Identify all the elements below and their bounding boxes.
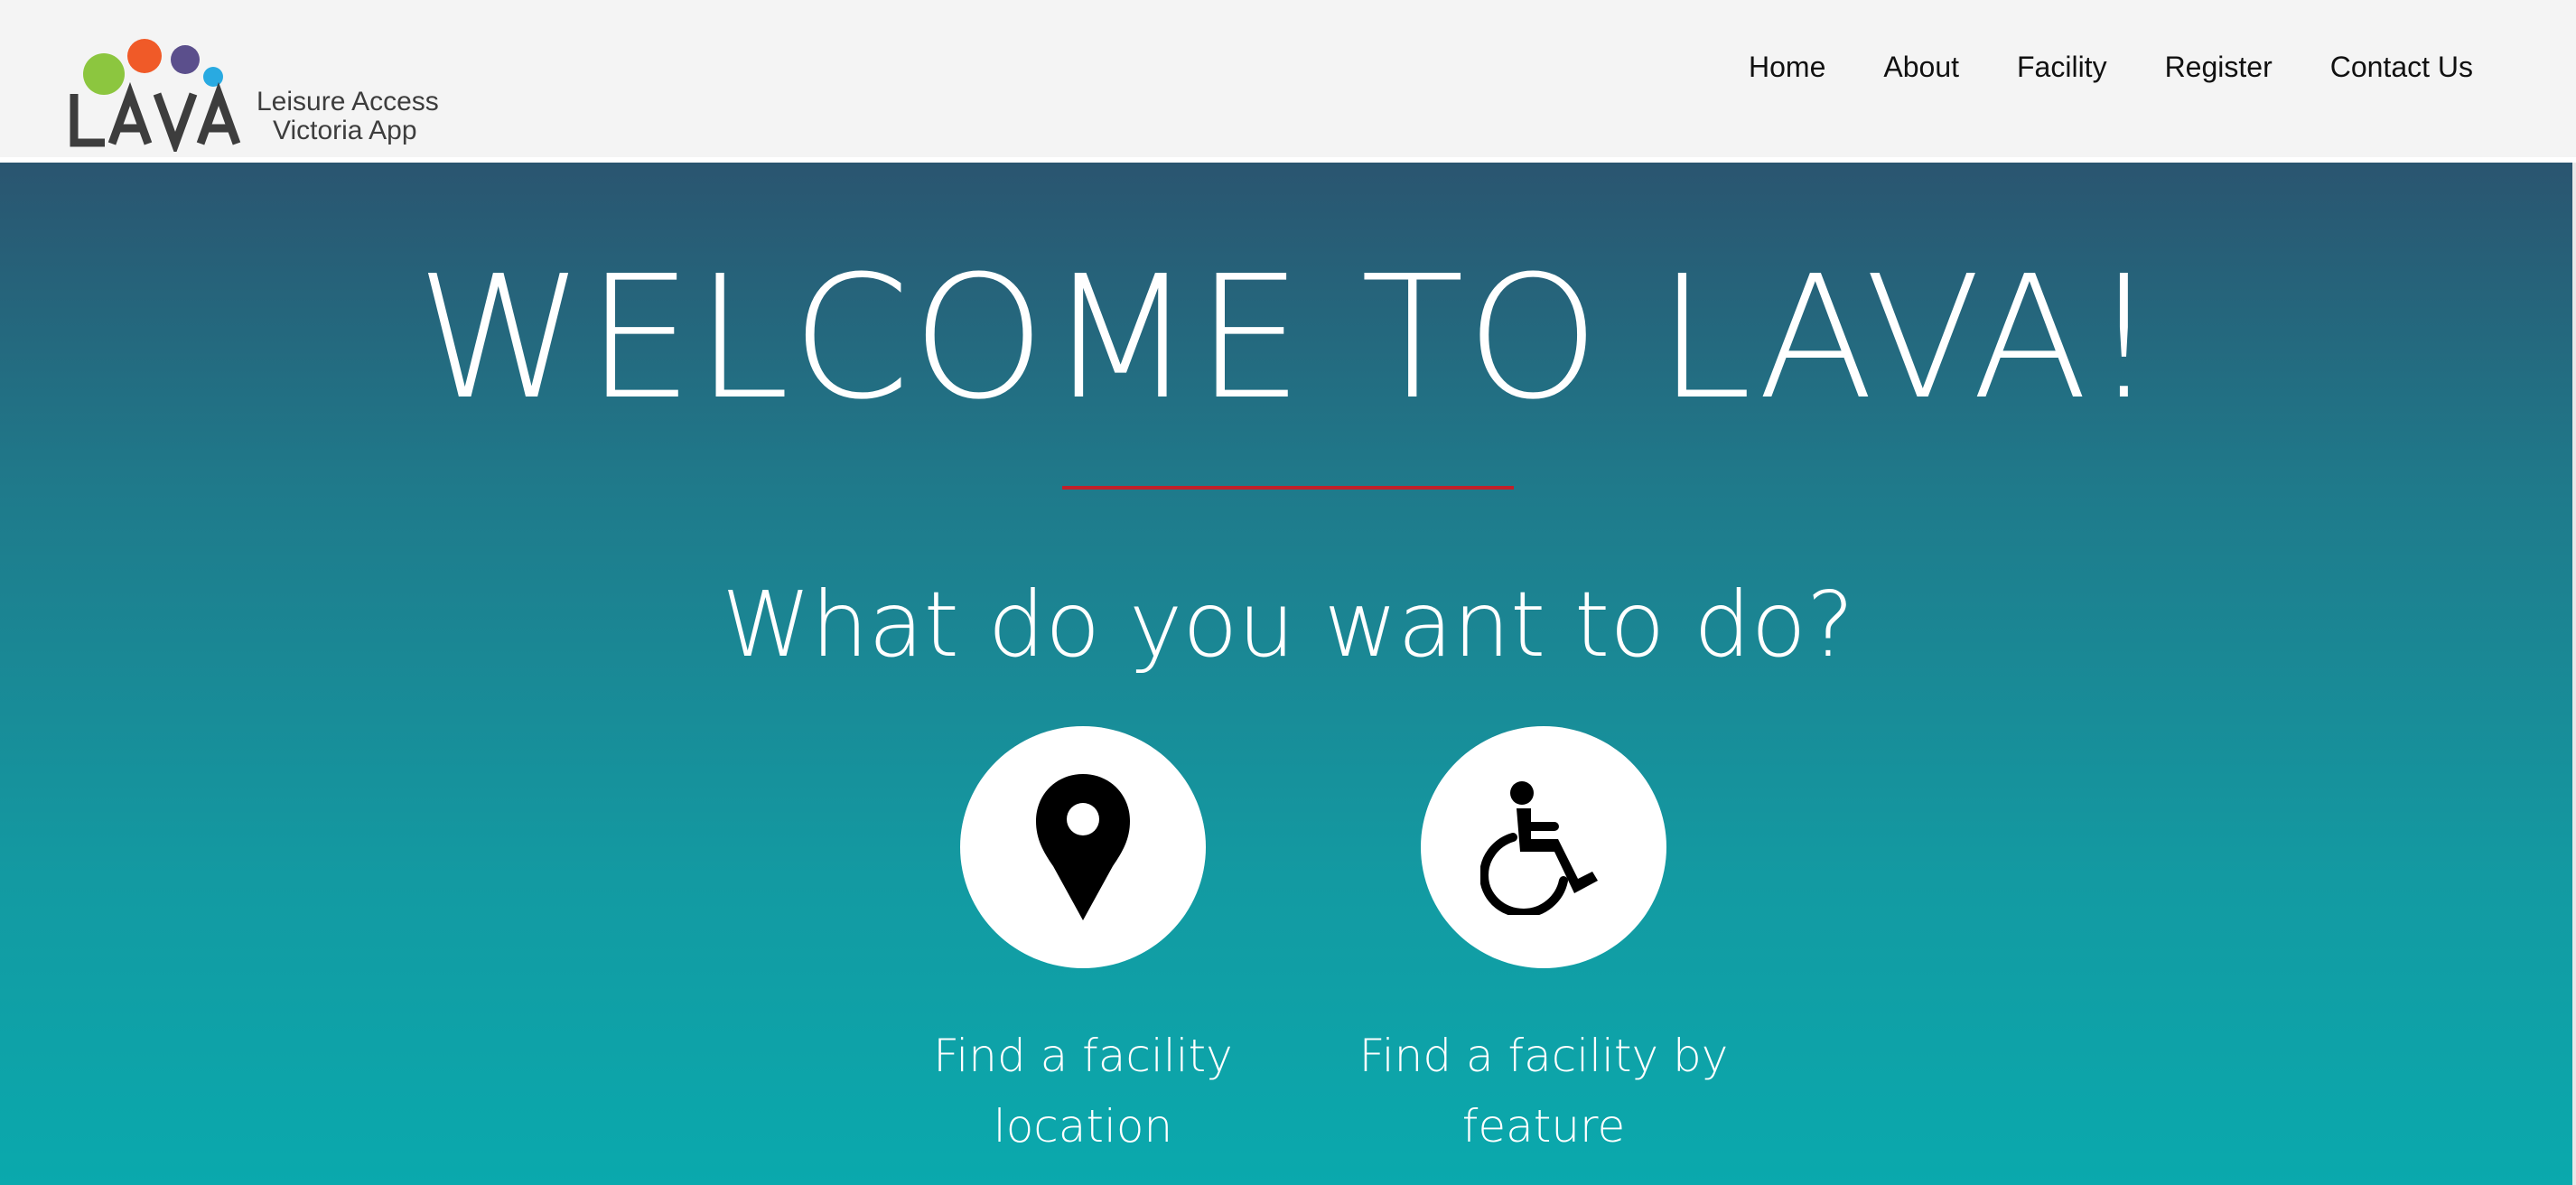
hero-subtitle: What do you want to do?: [722, 572, 1854, 677]
title-underline: [1062, 486, 1514, 490]
logo-dot-purple: [171, 45, 200, 74]
nav-about[interactable]: About: [1883, 49, 1959, 85]
logo-dot-orange: [127, 39, 162, 73]
site-header: Leisure Access Victoria App Home About F…: [0, 0, 2576, 157]
find-facility-location-button[interactable]: Find a facility location: [893, 726, 1273, 1162]
logo-tagline-line2: Victoria App: [273, 116, 417, 145]
wheelchair-icon: [1480, 781, 1598, 915]
find-facility-feature-label: Find a facility by feature: [1358, 1030, 1729, 1152]
logo-dot-blue: [203, 67, 223, 87]
scrollbar-edge[interactable]: [2572, 163, 2576, 1185]
location-circle[interactable]: [960, 726, 1206, 968]
location-pin-icon: [1036, 774, 1130, 920]
logo-dot-green: [83, 53, 125, 95]
find-facility-feature-button[interactable]: Find a facility by feature: [1354, 726, 1733, 1162]
nav-facility[interactable]: Facility: [2017, 49, 2107, 85]
lava-logo[interactable]: Leisure Access Victoria App: [69, 34, 466, 152]
hero-title: WELCOME TO LAVA!: [415, 239, 2161, 437]
nav-contact-us[interactable]: Contact Us: [2330, 49, 2473, 85]
hero-section: WELCOME TO LAVA! What do you want to do?…: [0, 163, 2576, 1185]
nav-home[interactable]: Home: [1749, 49, 1825, 85]
main-nav: Home About Facility Register Contact Us: [1749, 49, 2473, 85]
nav-register[interactable]: Register: [2165, 49, 2273, 85]
lava-logo-graphic: Leisure Access Victoria App: [70, 39, 439, 152]
find-facility-location-label: Find a facility location: [933, 1030, 1233, 1152]
logo-tagline-line1: Leisure Access: [257, 87, 439, 117]
feature-circle[interactable]: [1421, 726, 1666, 968]
page: Leisure Access Victoria App Home About F…: [0, 0, 2576, 1185]
